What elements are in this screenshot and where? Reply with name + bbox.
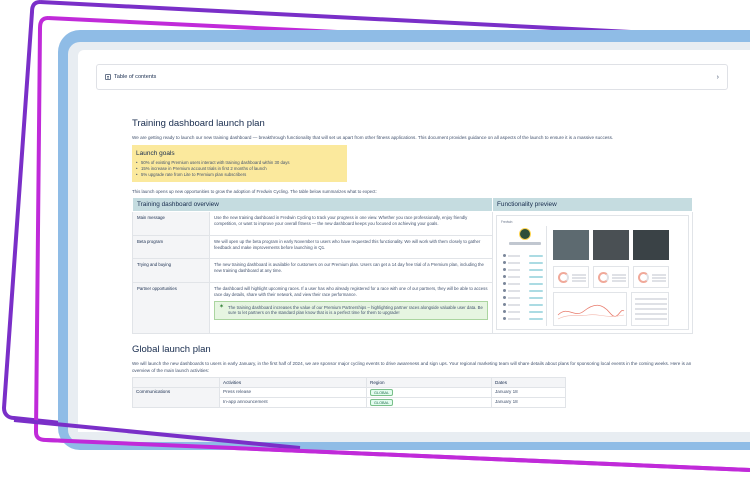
decorative-lines-front (13, 418, 750, 472)
